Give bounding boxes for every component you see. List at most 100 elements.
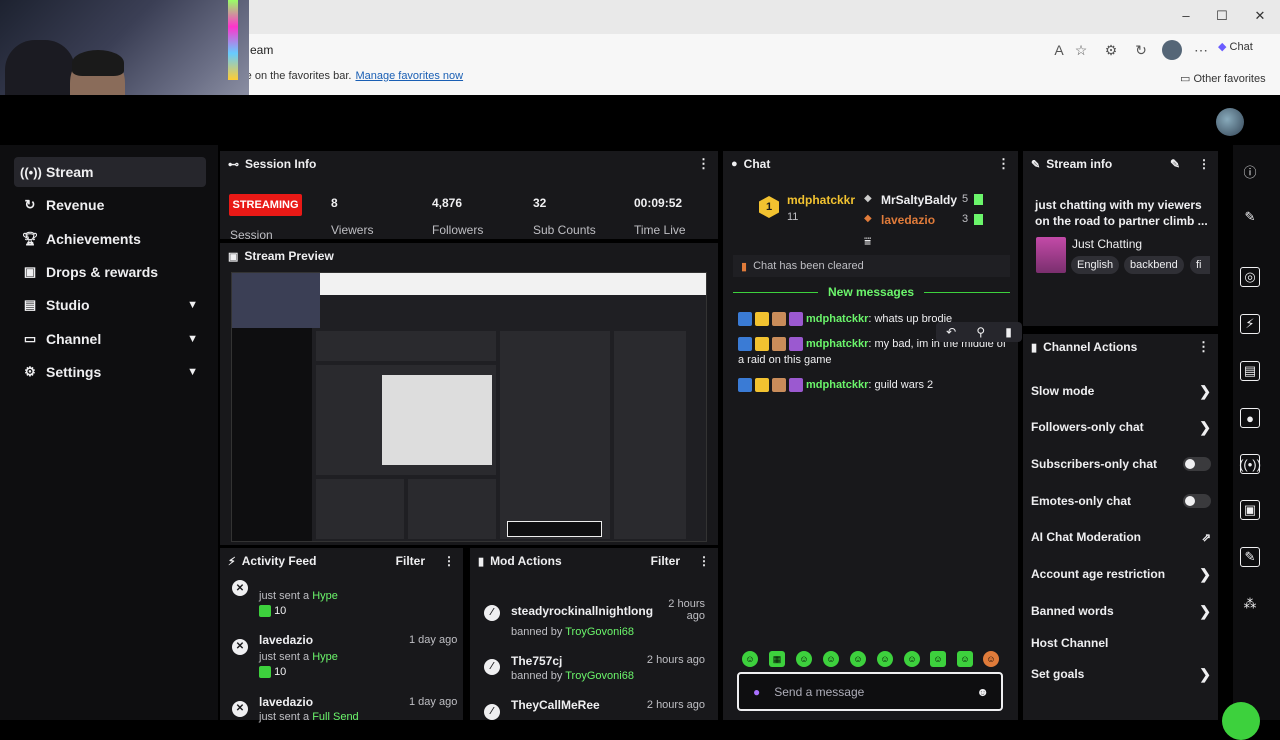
chat-bubble-icon[interactable]: ● — [1240, 408, 1260, 428]
pin-icon[interactable]: ⚲ — [976, 325, 985, 339]
action-label: Followers-only chat — [1031, 420, 1144, 434]
kebab-menu-icon[interactable]: ⋮ — [1197, 339, 1210, 355]
manage-favorites-link[interactable]: Manage favorites now — [355, 70, 463, 82]
emote-icon[interactable]: ☺ — [983, 651, 999, 667]
mod-action-user[interactable]: TheyCallMeRee — [511, 698, 600, 712]
emote-icon[interactable]: ☺ — [904, 651, 920, 667]
read-aloud-icon[interactable]: A — [1050, 42, 1068, 58]
sidebar-item-label: Studio — [46, 297, 90, 313]
emote-icon[interactable]: ☺ — [850, 651, 866, 667]
action-ai-moderation[interactable]: AI Chat Moderation ⇗ — [1031, 526, 1211, 548]
action-followers-only[interactable]: Followers-only chat ❯ — [1031, 416, 1211, 438]
kebab-menu-icon[interactable]: ⋮ — [698, 554, 710, 568]
layout-icon[interactable]: ▣ — [1240, 500, 1260, 520]
emotes-only-toggle[interactable] — [1183, 494, 1211, 508]
emoji-picker-icon[interactable]: ☻ — [976, 685, 989, 699]
sidebar-item-revenue[interactable]: ↻ Revenue — [14, 190, 206, 220]
emote-icon[interactable]: ☺ — [742, 651, 758, 667]
extensions-icon[interactable]: ⚙ — [1102, 42, 1120, 59]
leader-user[interactable]: MrSaltyBaldy — [881, 193, 957, 207]
activity-user[interactable]: lavedazio — [259, 633, 313, 647]
tag-chip[interactable]: fi — [1190, 256, 1210, 274]
sidebar-item-studio[interactable]: ▤ Studio ▼ — [14, 290, 206, 320]
action-account-age[interactable]: Account age restriction ❯ — [1031, 563, 1211, 585]
emote-icon[interactable]: ☺ — [957, 651, 973, 667]
reply-icon[interactable]: ↶ — [946, 325, 956, 339]
emote-icon[interactable]: ☺ — [796, 651, 812, 667]
share-icon[interactable]: ⁂ — [1240, 594, 1260, 614]
leader-user[interactable]: lavedazio — [881, 213, 935, 227]
notes-icon[interactable]: ▤ — [1240, 361, 1260, 381]
help-button[interactable] — [1222, 702, 1260, 740]
chat-message[interactable]: mdphatckkr: guild wars 2 — [738, 377, 1013, 393]
maximize-icon[interactable]: ☐ — [1212, 8, 1232, 24]
emote-icon[interactable]: ☺ — [823, 651, 839, 667]
action-host-channel[interactable]: Host Channel — [1031, 632, 1211, 654]
kebab-menu-icon[interactable]: ⋮ — [1198, 157, 1210, 171]
new-messages-divider[interactable]: New messages — [818, 285, 925, 299]
moderator-name[interactable]: TroyGovoni68 — [565, 670, 634, 682]
delete-icon[interactable]: ▮ — [1005, 325, 1012, 339]
edit-pencil-icon[interactable]: ✎ — [1170, 157, 1180, 171]
viewers-label: Viewers — [331, 223, 374, 237]
more-icon[interactable]: ⋯ — [1192, 42, 1210, 59]
sidebar-item-stream[interactable]: ((•)) Stream — [14, 157, 206, 187]
history-icon[interactable]: ↻ — [1132, 42, 1150, 59]
lightning-icon[interactable]: ⚡︎ — [1240, 314, 1260, 334]
activity-count: 10 — [259, 666, 286, 679]
ban-icon: ⁄ — [484, 602, 500, 621]
favorite-star-icon[interactable]: ☆ — [1072, 42, 1090, 59]
wrench-icon[interactable]: ✎ — [1240, 547, 1260, 567]
kebab-menu-icon[interactable]: ⋮ — [443, 554, 455, 568]
emote-icon[interactable]: ☺ — [930, 651, 946, 667]
emote-icon[interactable]: ☺ — [877, 651, 893, 667]
subscribers-only-toggle[interactable] — [1183, 457, 1211, 471]
close-icon[interactable]: ✕ — [1250, 8, 1270, 24]
activity-user[interactable]: lavedazio — [259, 695, 313, 709]
chat-username[interactable]: mdphatckkr — [806, 313, 868, 325]
mod-action-time: 2 hours ago — [668, 598, 705, 622]
mod-action-user[interactable]: steadyrockinallnightlong — [511, 604, 653, 618]
leader-user[interactable]: mdphatckkr — [787, 193, 855, 207]
microphone-icon[interactable]: ● — [753, 685, 760, 699]
action-banned-words[interactable]: Banned words ❯ — [1031, 600, 1211, 622]
category-name[interactable]: Just Chatting — [1072, 237, 1142, 251]
sidebar-item-achievements[interactable]: 🏆︎ Achievements — [14, 224, 206, 254]
emote-icon[interactable]: ▦ — [769, 651, 785, 667]
sidebar-item-channel[interactable]: ▭ Channel ▼ — [14, 324, 206, 354]
profile-avatar-icon[interactable] — [1162, 40, 1182, 60]
edit-icon[interactable]: ✎ — [1240, 207, 1260, 227]
action-slow-mode[interactable]: Slow mode ❯ — [1031, 380, 1211, 402]
studio-icon: ▤ — [23, 297, 37, 312]
chat-username[interactable]: mdphatckkr — [806, 338, 868, 350]
ban-icon: ⁄ — [484, 656, 500, 675]
clip-icon[interactable]: ◎ — [1240, 267, 1260, 287]
filter-button[interactable]: Filter — [396, 554, 425, 568]
moderator-name[interactable]: TroyGovoni68 — [565, 626, 634, 638]
external-link-icon: ⇗ — [1201, 531, 1211, 544]
user-avatar[interactable] — [1216, 108, 1244, 136]
broadcast-icon[interactable]: ((•)) — [1239, 454, 1261, 474]
sidebar-item-settings[interactable]: ⚙ Settings ▼ — [14, 357, 206, 387]
kebab-menu-icon[interactable]: ⋮ — [697, 156, 710, 172]
tag-chip[interactable]: backbend — [1124, 256, 1184, 274]
collapse-icon[interactable]: ⩸ — [864, 234, 871, 249]
action-set-goals[interactable]: Set goals ❯ — [1031, 663, 1211, 685]
info-icon[interactable]: ⓘ — [1240, 161, 1260, 181]
minimize-icon[interactable]: – — [1176, 8, 1196, 23]
mod-action-user[interactable]: The757cj — [511, 654, 562, 668]
avatar-badge-icon — [772, 337, 786, 352]
chat-input[interactable]: ● Send a message ☻ — [737, 672, 1003, 711]
activity-feed-header: ⚡︎ Activity Feed Filter ⋮ — [220, 548, 463, 574]
copilot-chat-button[interactable]: ◆ Chat — [1218, 40, 1253, 53]
user-x-icon: ✕ — [232, 580, 248, 596]
category-thumbnail[interactable] — [1036, 237, 1066, 273]
tag-chip[interactable]: English — [1071, 256, 1120, 274]
stream-preview-video[interactable] — [231, 272, 707, 542]
chat-username[interactable]: mdphatckkr — [806, 379, 868, 391]
sidebar-item-drops[interactable]: ▣ Drops & rewards — [14, 257, 206, 287]
kebab-menu-icon[interactable]: ⋮ — [997, 156, 1010, 172]
other-favorites-button[interactable]: ▭ Other favorites — [1180, 72, 1266, 85]
count-value: 10 — [274, 605, 287, 617]
filter-button[interactable]: Filter — [651, 554, 680, 568]
